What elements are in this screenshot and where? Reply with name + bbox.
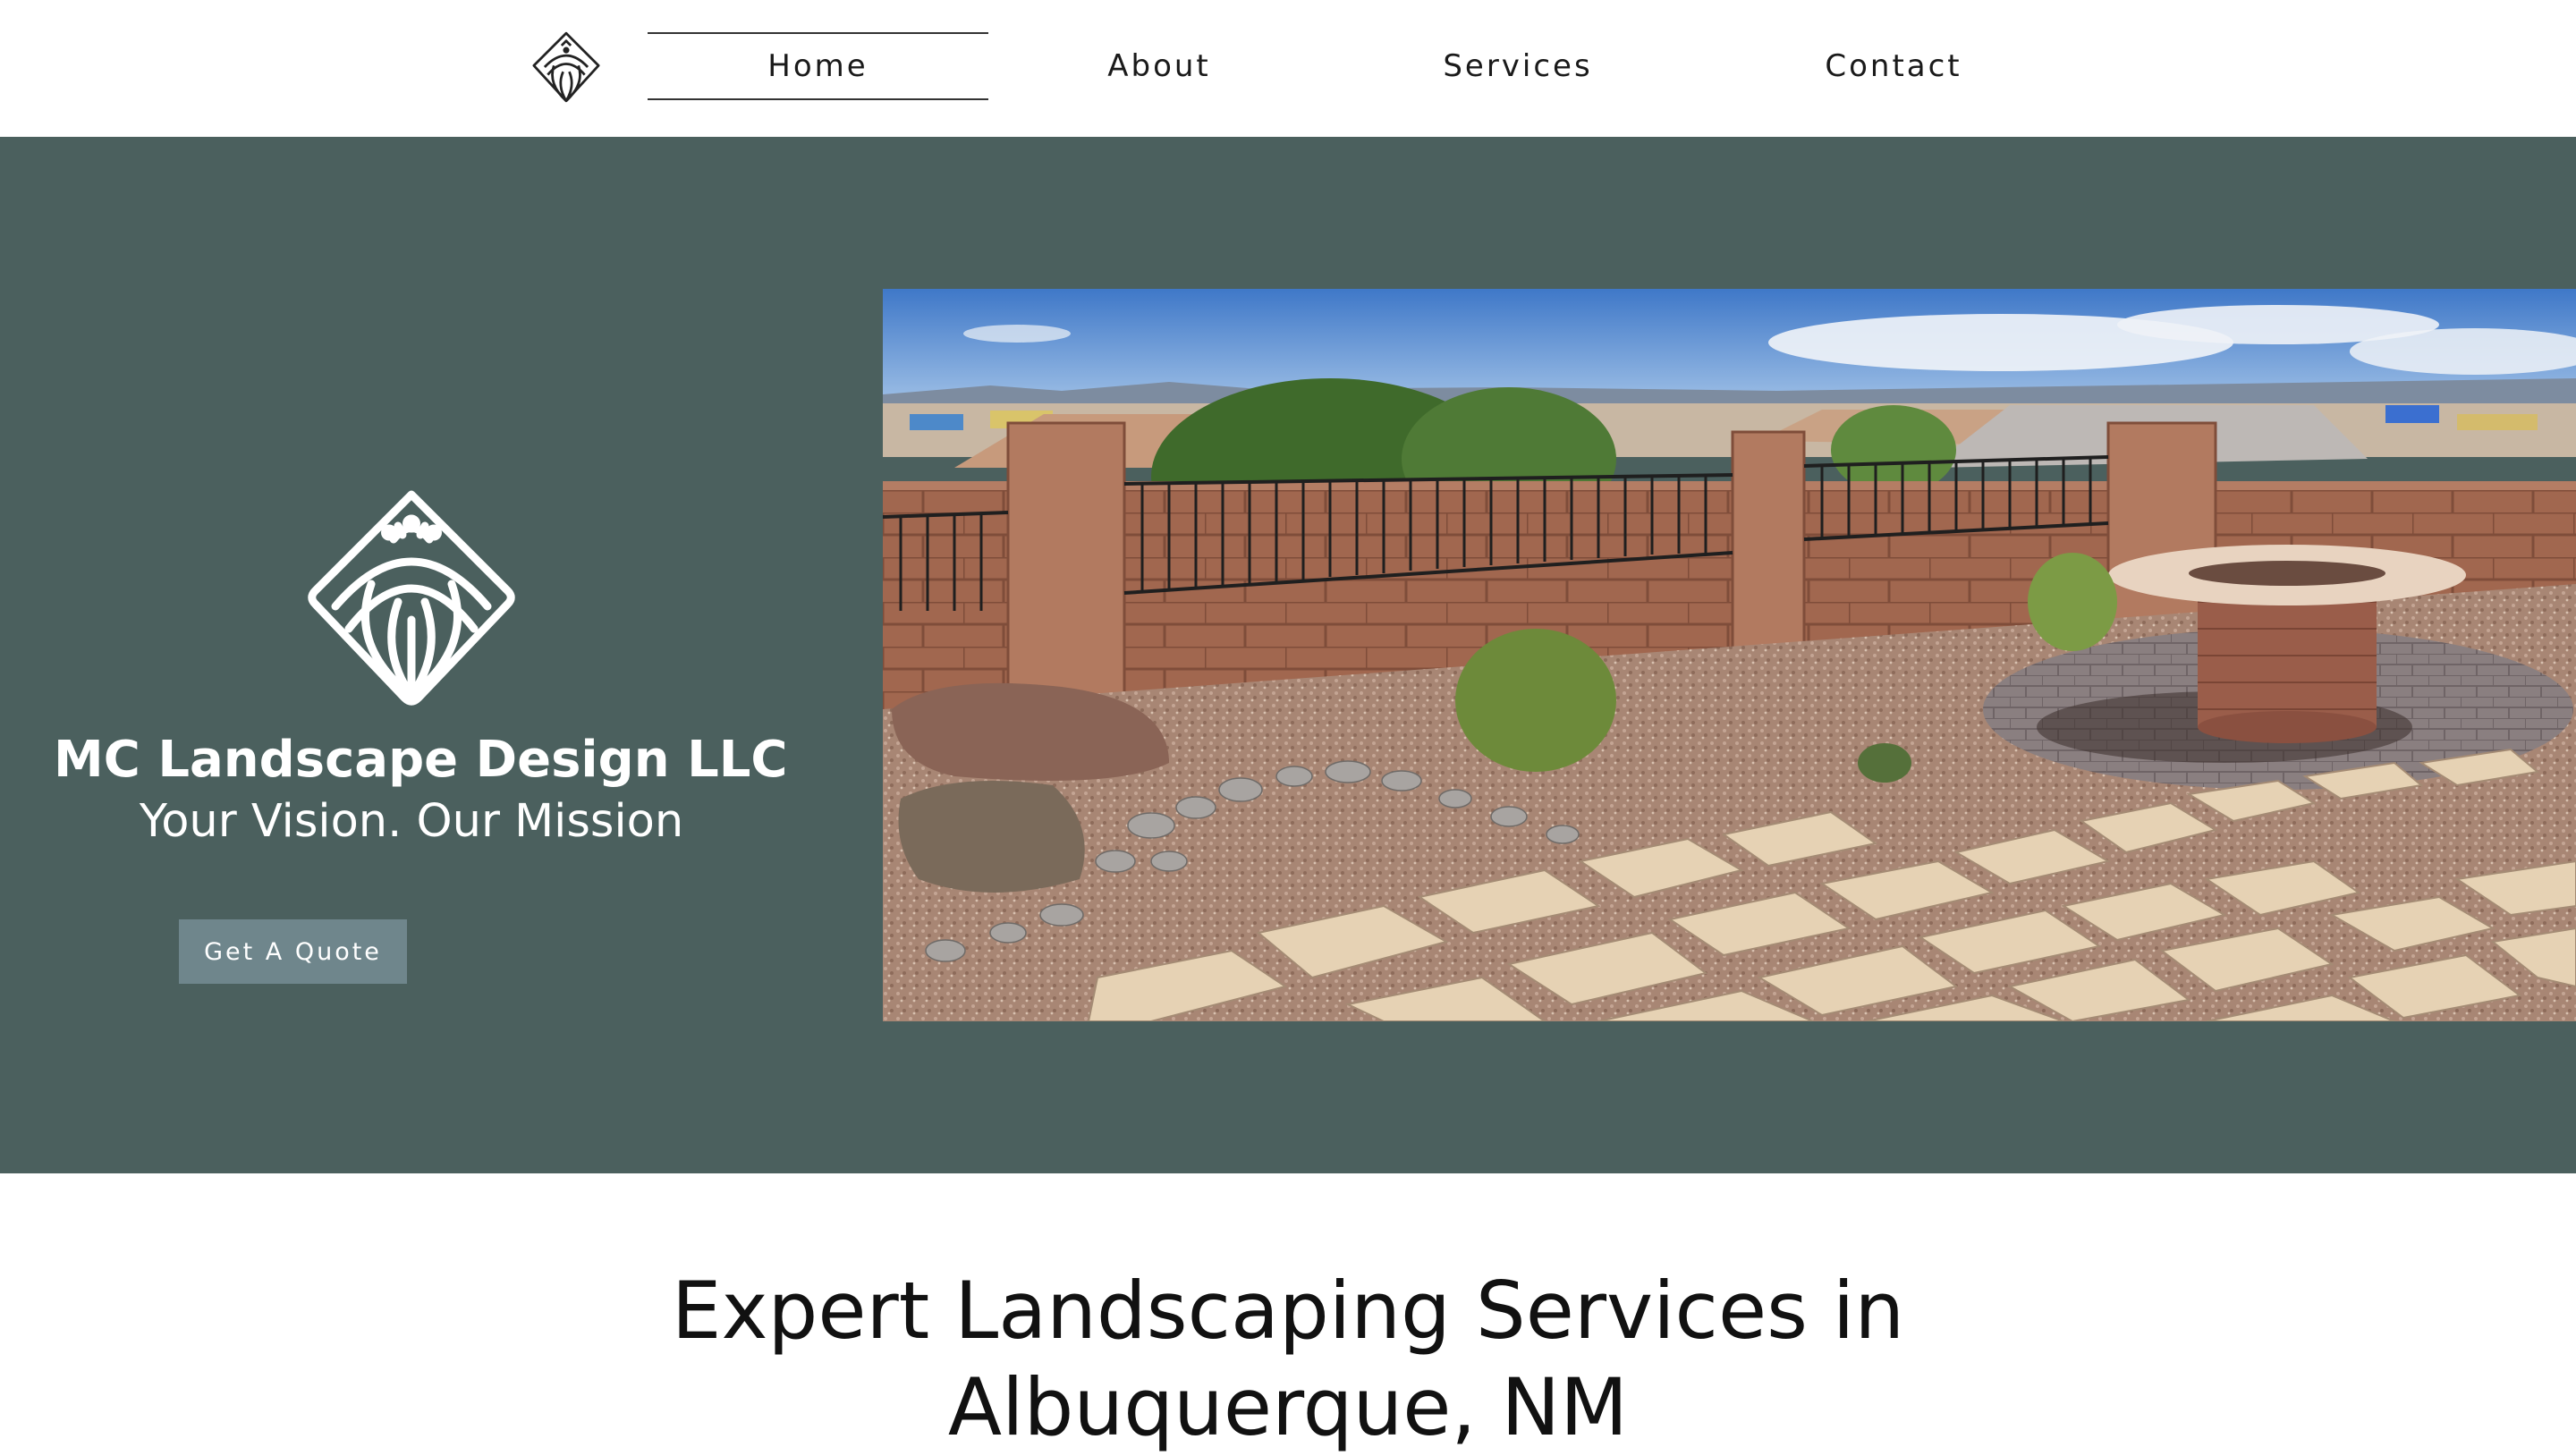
nav-services[interactable]: Services [1330,32,1706,100]
nav-home[interactable]: Home [648,32,988,100]
mc-landscape-logo-icon [308,490,515,706]
nav-contact[interactable]: Contact [1706,32,2081,100]
site-logo-icon[interactable] [528,29,605,106]
hero-section: MC Landscape Design LLC Your Vision. Our… [0,137,2576,1173]
site-header: Home About Services Contact [0,0,2576,137]
company-name: MC Landscape Design LLC [54,731,788,789]
company-tagline: Your Vision. Our Mission [139,795,684,848]
get-quote-button[interactable]: Get A Quote [179,919,407,984]
hero-brand-block: MC Landscape Design LLC Your Vision. Our… [54,486,788,849]
intro-heading: Expert Landscaping Services in Albuquerq… [671,1265,1905,1453]
backyard-landscape-photo [883,289,2576,1021]
nav-about[interactable]: About [988,32,1330,100]
